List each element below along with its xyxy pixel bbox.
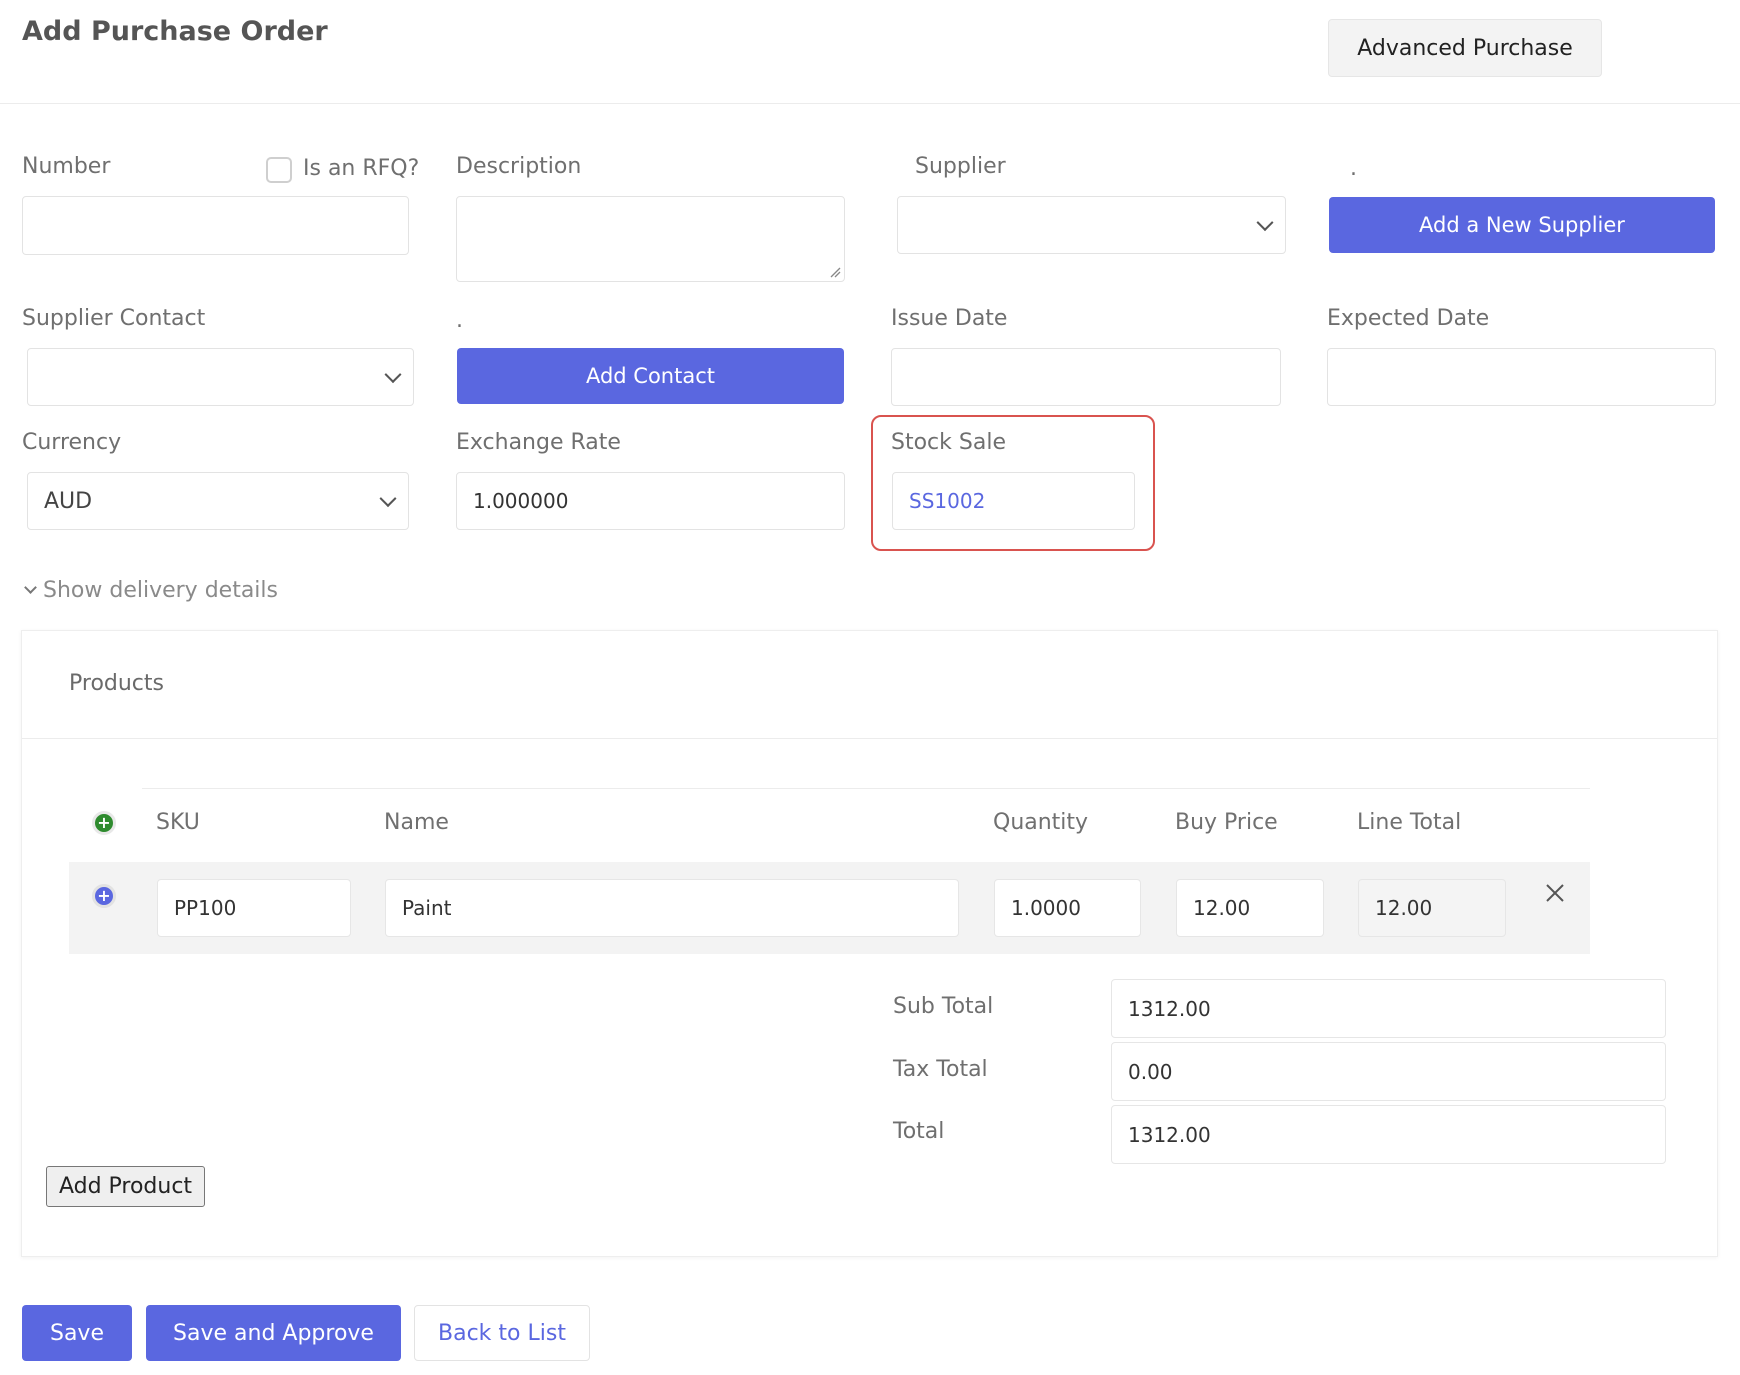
- chevron-down-icon: [1256, 214, 1274, 232]
- expected-date-input[interactable]: [1327, 348, 1716, 406]
- add-contact-label: Add Contact: [585, 364, 716, 388]
- exchange-rate-input[interactable]: 1.000000: [456, 472, 845, 530]
- header-divider: [0, 103, 1740, 104]
- contact-spacer-label: .: [456, 308, 463, 333]
- tax-total-field: 0.00: [1111, 1042, 1666, 1101]
- exchange-rate-value: 1.000000: [473, 489, 569, 513]
- number-label: Number: [22, 154, 111, 179]
- add-contact-button[interactable]: Add Contact: [457, 348, 844, 404]
- currency-select[interactable]: AUD: [27, 472, 409, 530]
- description-label: Description: [456, 154, 582, 179]
- name-value: Paint: [402, 896, 452, 920]
- line-total-field: 12.00: [1358, 879, 1506, 937]
- back-to-list-button[interactable]: Back to List: [414, 1305, 590, 1361]
- exchange-rate-label: Exchange Rate: [456, 430, 621, 455]
- add-new-supplier-label: Add a New Supplier: [1419, 213, 1625, 237]
- sub-total-field: 1312.00: [1111, 979, 1666, 1038]
- chevron-down-icon: [379, 490, 397, 508]
- quantity-value: 1.0000: [1011, 896, 1081, 920]
- supplier-spacer-label: .: [1350, 156, 1357, 181]
- save-button[interactable]: Save: [22, 1305, 132, 1361]
- back-to-list-label: Back to List: [438, 1320, 566, 1346]
- number-input[interactable]: [22, 196, 409, 255]
- issue-date-label: Issue Date: [891, 306, 1008, 331]
- currency-value: AUD: [44, 488, 93, 514]
- name-input[interactable]: Paint: [385, 879, 959, 937]
- total-label: Total: [893, 1119, 945, 1144]
- products-panel-title: Products: [69, 671, 164, 696]
- column-header-line-total: Line Total: [1357, 810, 1462, 835]
- sub-total-value: 1312.00: [1128, 996, 1211, 1021]
- quantity-input[interactable]: 1.0000: [994, 879, 1141, 937]
- buy-price-input[interactable]: 12.00: [1176, 879, 1324, 937]
- total-value: 1312.00: [1128, 1122, 1211, 1147]
- rfq-label: Is an RFQ?: [303, 156, 420, 181]
- sub-total-label: Sub Total: [893, 994, 994, 1019]
- sku-value: PP100: [174, 896, 237, 920]
- sku-input[interactable]: PP100: [157, 879, 351, 937]
- column-header-name: Name: [384, 810, 449, 835]
- resize-handle-icon[interactable]: [829, 266, 841, 278]
- column-header-quantity: Quantity: [993, 810, 1089, 835]
- supplier-label: Supplier: [915, 154, 1006, 179]
- supplier-contact-label: Supplier Contact: [22, 306, 206, 331]
- column-header-sku: SKU: [156, 810, 200, 835]
- rfq-checkbox[interactable]: [266, 157, 292, 183]
- add-new-supplier-button[interactable]: Add a New Supplier: [1329, 197, 1715, 253]
- stock-sale-value: SS1002: [909, 489, 986, 513]
- supplier-select[interactable]: [897, 196, 1286, 254]
- tax-total-label: Tax Total: [893, 1057, 988, 1082]
- advanced-purchase-label: Advanced Purchase: [1357, 35, 1573, 61]
- line-total-value: 12.00: [1375, 896, 1433, 920]
- save-label: Save: [49, 1320, 104, 1346]
- chevron-down-icon: [384, 366, 402, 384]
- add-product-label: Add Product: [58, 1174, 193, 1199]
- column-header-buy-price: Buy Price: [1175, 810, 1278, 835]
- chevron-down-icon: [24, 581, 37, 594]
- issue-date-input[interactable]: [891, 348, 1281, 406]
- stock-sale-label: Stock Sale: [891, 430, 1006, 455]
- tax-total-value: 0.00: [1128, 1059, 1173, 1084]
- description-textarea[interactable]: [456, 196, 845, 282]
- total-field: 1312.00: [1111, 1105, 1666, 1164]
- buy-price-value: 12.00: [1193, 896, 1251, 920]
- table-top-border: [142, 788, 1590, 789]
- delivery-toggle[interactable]: Show delivery details: [22, 578, 278, 603]
- expected-date-label: Expected Date: [1327, 306, 1490, 331]
- add-row-icon[interactable]: +: [92, 811, 116, 835]
- products-header-divider: [22, 738, 1717, 739]
- expand-row-icon[interactable]: +: [92, 884, 116, 908]
- save-and-approve-label: Save and Approve: [173, 1320, 374, 1346]
- currency-label: Currency: [22, 430, 122, 455]
- page-title: Add Purchase Order: [22, 16, 328, 47]
- close-icon[interactable]: [1545, 883, 1565, 903]
- supplier-contact-select[interactable]: [27, 348, 414, 406]
- delivery-toggle-label: Show delivery details: [43, 578, 278, 603]
- save-and-approve-button[interactable]: Save and Approve: [146, 1305, 401, 1361]
- advanced-purchase-button[interactable]: Advanced Purchase: [1328, 19, 1602, 77]
- stock-sale-input[interactable]: SS1002: [892, 472, 1135, 530]
- add-product-button[interactable]: Add Product: [46, 1166, 205, 1207]
